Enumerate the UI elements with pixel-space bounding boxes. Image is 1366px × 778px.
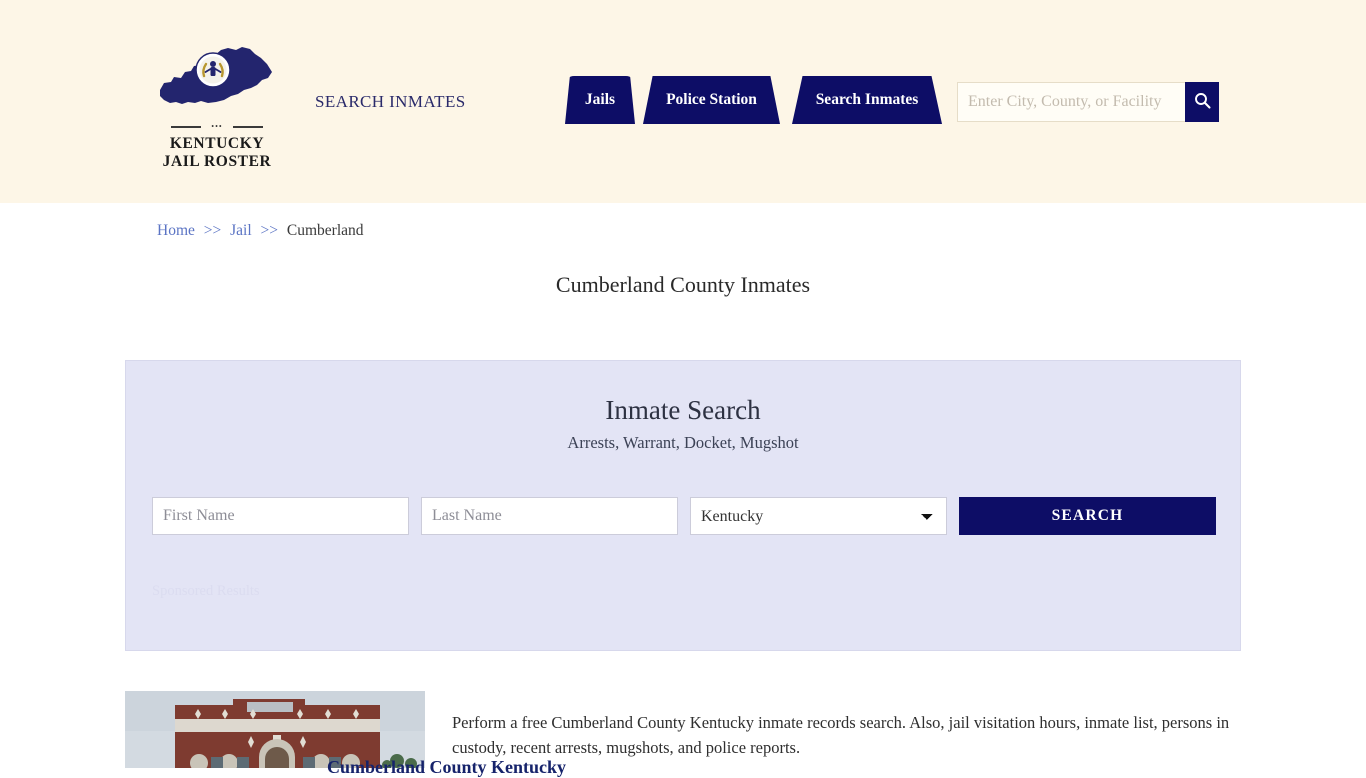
breadcrumb-separator: >> [203,222,222,239]
sponsored-results-label: Sponsored Results [152,583,260,599]
breadcrumb-separator: >> [260,222,279,239]
logo-divider: ••• [171,122,263,132]
site-header: ••• KENTUCKY JAIL ROSTER SEARCH INMATES … [0,0,1366,203]
first-name-input[interactable] [152,497,409,535]
breadcrumb: Home >> Jail >> Cumberland [157,222,364,240]
header-tagline: SEARCH INMATES [315,92,466,111]
header-search-input[interactable] [957,82,1185,122]
header-search [957,82,1219,122]
panel-title: Inmate Search [605,395,761,425]
search-submit-button[interactable]: SEARCH [959,497,1216,535]
logo-line-1: KENTUCKY [169,135,265,152]
content-paragraph: Perform a free Cumberland County Kentuck… [452,712,1230,757]
site-logo[interactable]: ••• KENTUCKY JAIL ROSTER [157,44,277,171]
last-name-input[interactable] [421,497,678,535]
nav-item-jails[interactable]: Jails [565,76,635,124]
inmate-search-form: Kentucky SEARCH [152,497,1216,535]
breadcrumb-link-home[interactable]: Home [157,222,195,239]
search-icon [1194,92,1211,112]
nav-item-search-inmates[interactable]: Search Inmates [792,76,942,124]
panel-subtitle: Arrests, Warrant, Docket, Mugshot [567,433,799,452]
nav-item-police-station[interactable]: Police Station [643,76,780,124]
state-select[interactable]: Kentucky [690,497,947,535]
logo-line-2: JAIL ROSTER [162,153,272,170]
breadcrumb-current: Cumberland [286,222,364,239]
kentucky-state-map-icon [158,44,276,116]
header-search-button[interactable] [1185,82,1219,122]
inmate-search-panel: Inmate Search Arrests, Warrant, Docket, … [125,360,1241,651]
breadcrumb-link-jail[interactable]: Jail [230,222,252,239]
page-title: Cumberland County Inmates [555,272,811,297]
